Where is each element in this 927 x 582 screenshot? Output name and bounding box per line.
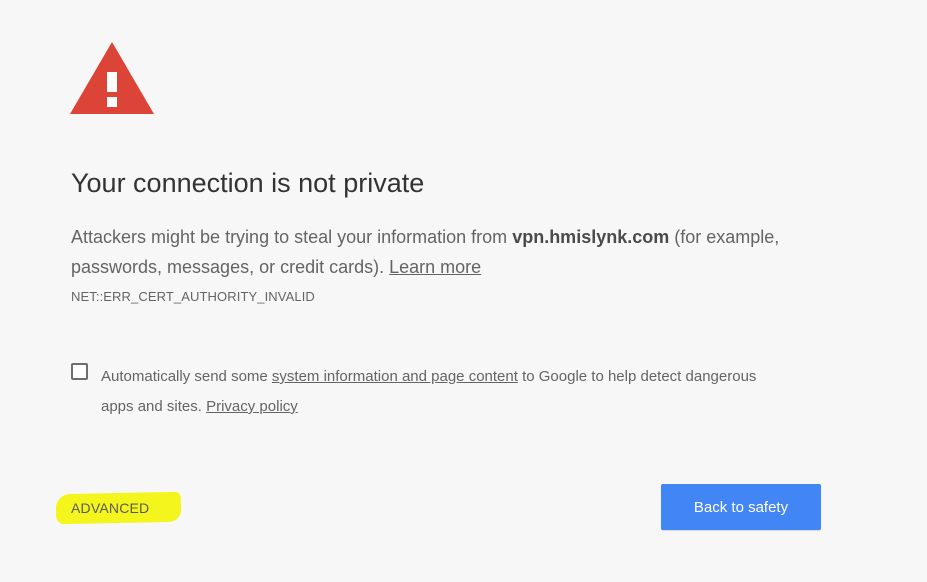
opt-in-text-prefix: Automatically send some — [101, 368, 272, 385]
error-code: NET::ERR_CERT_AUTHORITY_INVALID — [71, 289, 315, 304]
main-message: Attackers might be trying to steal your … — [71, 222, 851, 282]
advanced-label: ADVANCED — [71, 500, 150, 516]
privacy-policy-link[interactable]: Privacy policy — [206, 398, 298, 415]
system-info-link[interactable]: system information and page content — [272, 368, 518, 385]
learn-more-link[interactable]: Learn more — [389, 257, 481, 277]
back-to-safety-button[interactable]: Back to safety — [661, 484, 821, 530]
page-title: Your connection is not private — [71, 168, 425, 198]
message-prefix: Attackers might be trying to steal your … — [71, 227, 513, 247]
site-domain: vpn.hmislynk.com — [512, 227, 670, 247]
warning-triangle-icon — [70, 42, 154, 114]
advanced-button[interactable]: ADVANCED — [55, 491, 182, 527]
opt-in-checkbox[interactable] — [71, 363, 88, 380]
opt-in-label: Automatically send some system informati… — [101, 362, 781, 422]
